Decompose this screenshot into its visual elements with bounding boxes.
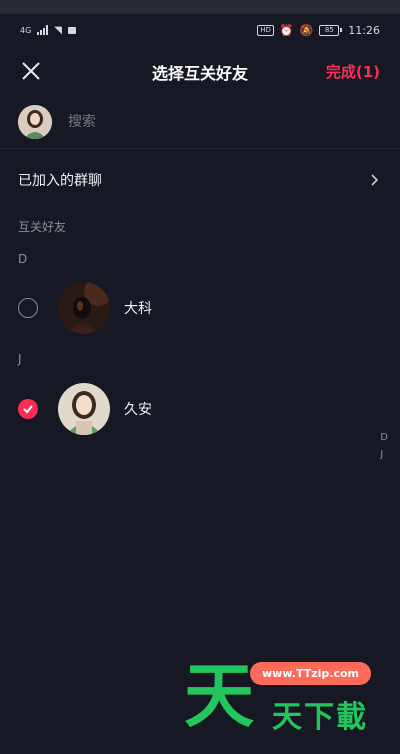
battery-level: 85 <box>319 24 340 36</box>
watermark-url: www.TTzip.com <box>250 662 371 685</box>
friend-row-dake[interactable]: 大科 <box>0 277 400 339</box>
chevron-right-icon <box>371 174 379 186</box>
mute-icon: 🔕 <box>299 23 314 37</box>
search-bar <box>0 100 400 144</box>
joined-groups-label: 已加入的群聊 <box>18 173 102 189</box>
status-time: 11:26 <box>348 23 380 37</box>
friend-name: 久安 <box>124 402 152 418</box>
watermark: 天 www.TTzip.com 天下載 <box>184 656 384 736</box>
section-title: 互关好友 <box>18 220 67 234</box>
watermark-text: 天下載 <box>272 700 368 735</box>
hd-badge: HD <box>257 24 274 36</box>
joined-groups-row[interactable]: 已加入的群聊 <box>0 158 400 202</box>
side-index-d[interactable]: D <box>380 432 388 443</box>
nav-bar: 选择互关好友 完成(1) <box>0 46 400 96</box>
network-type: 4G <box>20 25 32 35</box>
avatar <box>58 282 110 334</box>
side-index-bar: D J <box>380 432 388 460</box>
watermark-logo-char: 天 <box>184 654 254 737</box>
notification-icon <box>68 26 76 34</box>
status-right: HD ⏰ 🔕 85 11:26 <box>257 24 380 37</box>
avatar <box>18 105 52 139</box>
battery-icon: 85 <box>319 24 343 36</box>
wifi-icon: ◥ <box>54 24 62 36</box>
done-button[interactable]: 完成(1) <box>326 61 380 82</box>
index-letter-j: J <box>18 352 22 366</box>
friend-name: 大科 <box>124 301 152 317</box>
status-left: 4G ◥ <box>20 25 76 36</box>
alarm-icon: ⏰ <box>279 23 294 37</box>
side-index-j[interactable]: J <box>380 449 388 460</box>
status-bar: 4G ◥ HD ⏰ 🔕 85 11:26 <box>0 14 400 46</box>
index-letter-d: D <box>18 252 28 266</box>
select-radio-checked[interactable] <box>18 399 38 419</box>
signal-icon <box>37 25 49 35</box>
search-input[interactable] <box>66 113 350 131</box>
friend-row-jiuan[interactable]: 久安 <box>0 378 400 440</box>
select-radio[interactable] <box>18 298 38 318</box>
top-strip <box>0 0 400 14</box>
check-icon <box>23 405 33 414</box>
avatar <box>58 383 110 435</box>
divider <box>0 148 400 149</box>
